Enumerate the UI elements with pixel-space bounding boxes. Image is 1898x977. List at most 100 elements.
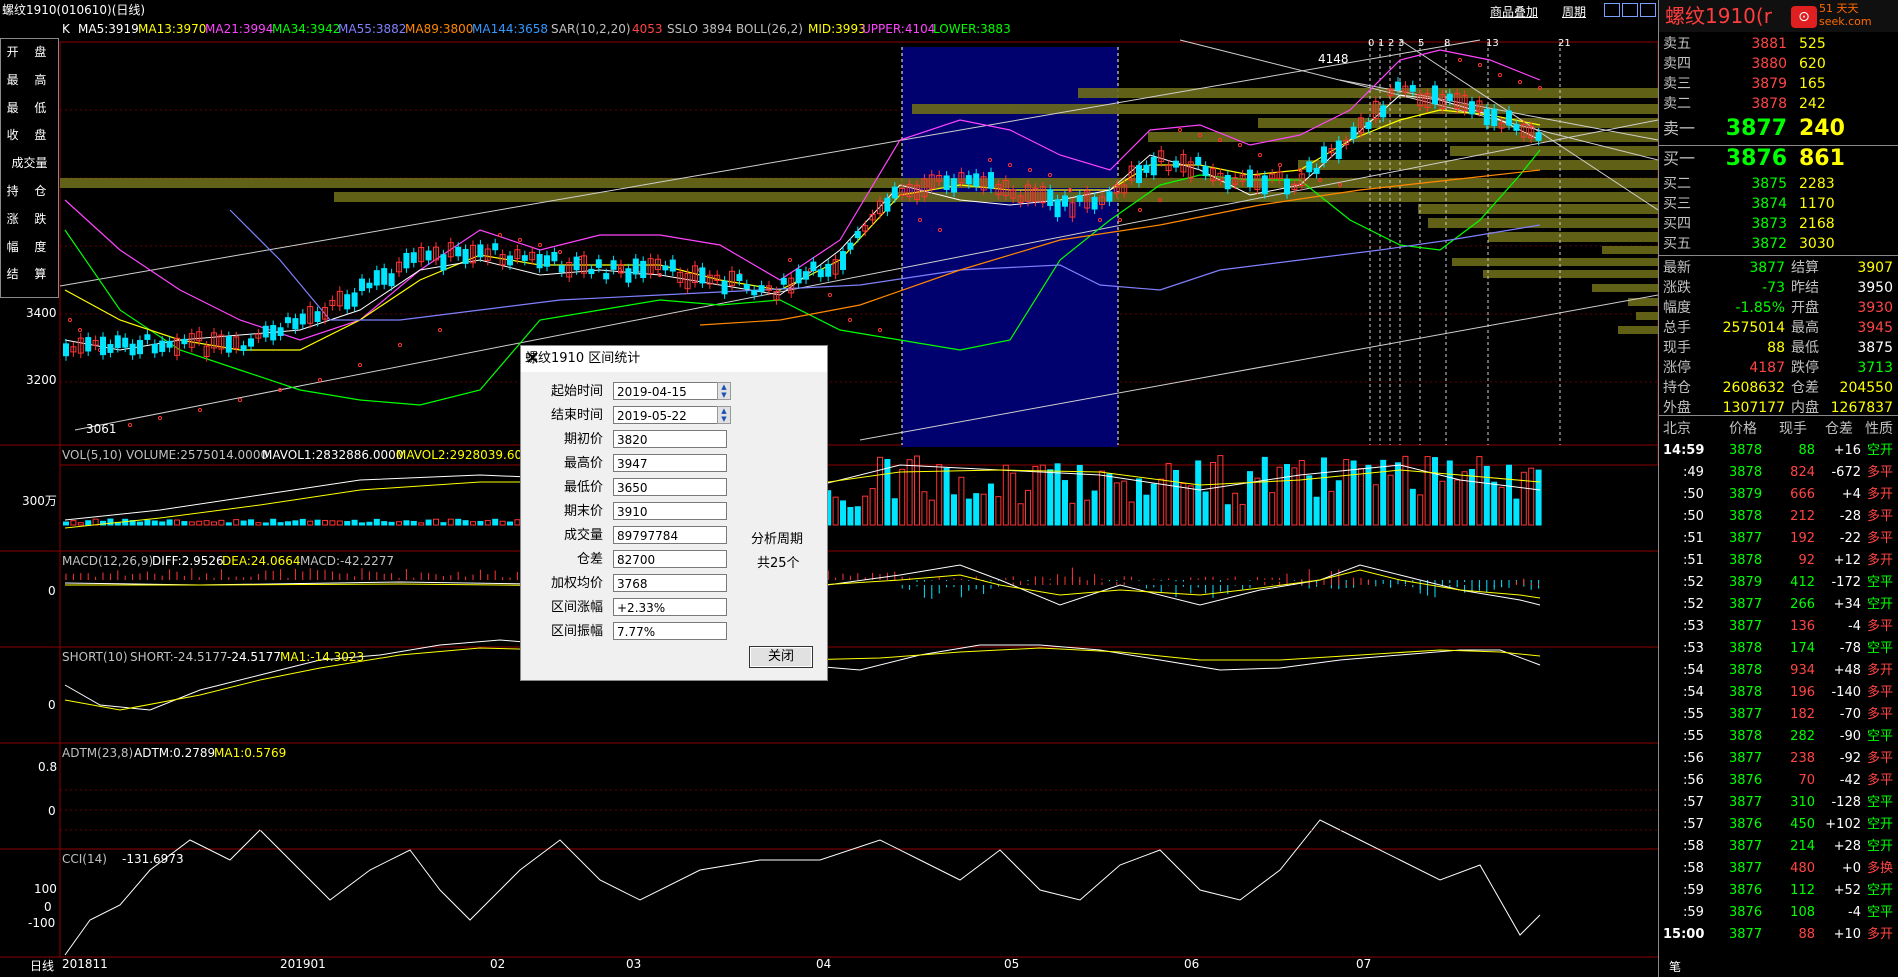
low-price-field[interactable]: 3650 xyxy=(613,478,727,496)
cci-indicator-bar: CCI(14) -131.6973 xyxy=(62,852,362,868)
volume-bar xyxy=(973,493,980,526)
cci-axis-100: 100 xyxy=(34,882,57,896)
tick-volume: 212 xyxy=(1790,509,1815,524)
interval-amplitude-field[interactable]: 7.77% xyxy=(613,622,727,640)
vwap-field[interactable]: 3768 xyxy=(613,574,727,592)
tick-volume: 214 xyxy=(1790,839,1815,854)
tick-oi: -78 xyxy=(1839,641,1861,656)
bid-4-row[interactable]: 买四 3873 2168 xyxy=(1659,214,1898,234)
volume-bar xyxy=(1343,459,1350,526)
volume-bar xyxy=(1165,462,1172,526)
start-time-spinner-icon[interactable]: ▲ ▼ xyxy=(717,382,731,400)
period-link[interactable]: 周期 xyxy=(1562,2,1586,22)
contract-title: 螺纹1910(r ⊙ 51 天天 seek.com xyxy=(1659,0,1898,32)
candle-body xyxy=(603,273,610,280)
tick-price: 3878 xyxy=(1729,685,1763,700)
volume-bar xyxy=(151,520,158,526)
start-time-field[interactable]: 2019-04-15 xyxy=(613,382,727,400)
adtm-label: ADTM(23,8) xyxy=(62,746,134,760)
volume-bar xyxy=(1528,467,1535,526)
stat-label-2: 跌停 xyxy=(1791,360,1819,376)
close-icon[interactable]: ✕ xyxy=(525,346,821,372)
tick-price: 3878 xyxy=(1729,663,1763,678)
range-label: 幅 度 xyxy=(6,239,53,254)
end-time-field[interactable]: 2019-05-22 xyxy=(613,406,727,424)
tick-nature: 多平 xyxy=(1867,509,1894,524)
restore-icon[interactable] xyxy=(1640,3,1656,17)
tick-time: :58 xyxy=(1683,839,1704,854)
tick-oi: -4 xyxy=(1848,905,1861,920)
volume-bar xyxy=(1350,460,1357,526)
end-time-spinner-icon[interactable]: ▲ ▼ xyxy=(717,406,731,424)
bid-5-row[interactable]: 买五 3872 3030 xyxy=(1659,234,1898,254)
tick-volume: 88 xyxy=(1798,927,1815,942)
candle-body xyxy=(1469,101,1475,115)
stat-row: 涨跌 -73 昨结 3950 xyxy=(1659,278,1898,298)
price-axis-3400: 3400 xyxy=(26,306,57,320)
candle-body xyxy=(122,337,129,348)
tick-volume: 238 xyxy=(1790,751,1815,766)
ask-4-row[interactable]: 卖四 3880 620 xyxy=(1659,54,1898,74)
add-product-link[interactable]: 商品叠加 xyxy=(1490,2,1538,22)
bid-1-row[interactable]: 买一 3876 861 xyxy=(1659,146,1898,172)
logo-text: 51 天天 seek.com xyxy=(1819,2,1872,28)
tick-time: 14:59 xyxy=(1663,443,1705,458)
oi-diff-field[interactable]: 82700 xyxy=(613,550,727,568)
date-04: 04 xyxy=(816,957,832,971)
close-price-field[interactable]: 3910 xyxy=(613,502,727,520)
tick-time: :53 xyxy=(1683,641,1704,656)
stat-value-2: 3907 xyxy=(1857,260,1893,276)
volume-bar xyxy=(1483,465,1490,526)
volume-bar xyxy=(507,521,513,526)
open-price-field[interactable]: 3820 xyxy=(613,430,727,448)
window-icon[interactable] xyxy=(1622,3,1638,17)
volume-bar xyxy=(1284,464,1290,526)
tick-volume: 824 xyxy=(1790,465,1815,480)
period-tab[interactable]: 日线 xyxy=(30,957,54,974)
tick-nature: 多开 xyxy=(1867,553,1894,568)
volume-bar xyxy=(144,519,151,526)
ask-2-row[interactable]: 卖二 3878 242 xyxy=(1659,94,1898,114)
tick-row: :51 3877 192 -22 多平 xyxy=(1659,528,1898,550)
candle-body xyxy=(1409,85,1416,92)
candle-body xyxy=(847,242,854,250)
tick-row: :50 3878 212 -28 多平 xyxy=(1659,506,1898,528)
candle-body xyxy=(669,259,676,272)
ask-5-row[interactable]: 卖五 3881 525 xyxy=(1659,34,1898,54)
ask-3-row[interactable]: 卖三 3879 165 xyxy=(1659,74,1898,94)
stat-value: 88 xyxy=(1767,340,1785,356)
tick-tab[interactable]: 笔 xyxy=(1669,958,1681,975)
tick-volume: 266 xyxy=(1790,597,1815,612)
tick-row: :49 3878 824 -672 多平 xyxy=(1659,462,1898,484)
tick-oi: +34 xyxy=(1833,597,1861,612)
interval-change-field[interactable]: +2.33% xyxy=(613,598,727,616)
volume-bar xyxy=(166,519,173,526)
high-price-field[interactable]: 3947 xyxy=(613,454,727,472)
volume-bar xyxy=(285,521,291,526)
tick-price: 3878 xyxy=(1729,465,1763,480)
close-label: 收 盘 xyxy=(6,128,53,143)
macd-axis-0: 0 xyxy=(48,584,56,598)
bid-2-row[interactable]: 买二 3875 2283 xyxy=(1659,174,1898,194)
bid-3-row[interactable]: 买三 3874 1170 xyxy=(1659,194,1898,214)
volume-bar xyxy=(1232,492,1239,526)
stat-value: 3877 xyxy=(1749,260,1785,276)
volume-bar xyxy=(1461,471,1468,526)
layout-icon[interactable] xyxy=(1604,3,1620,17)
candle-body xyxy=(1446,93,1453,102)
volume-bar xyxy=(1106,473,1113,526)
close-button[interactable]: 关闭 xyxy=(749,646,813,668)
tick-volume: 174 xyxy=(1790,641,1815,656)
tick-price: 3877 xyxy=(1729,751,1763,766)
close-price-label: 期末价 xyxy=(563,504,603,519)
ask-1-row[interactable]: 卖一 3877 240 xyxy=(1659,116,1898,142)
interval-change-row: 区间涨幅 +2.33% xyxy=(521,597,827,619)
dialog-header: 螺纹1910 区间统计 ✕ xyxy=(521,346,827,372)
candle-body xyxy=(573,256,580,271)
interval-change-label: 区间涨幅 xyxy=(550,600,603,615)
tick-oi: +52 xyxy=(1833,883,1861,898)
kline-chart[interactable] xyxy=(0,20,1658,977)
tick-price: 3877 xyxy=(1729,707,1763,722)
volume-field[interactable]: 89797784 xyxy=(613,526,727,544)
close-price-row: 期末价 3910 xyxy=(521,501,827,523)
